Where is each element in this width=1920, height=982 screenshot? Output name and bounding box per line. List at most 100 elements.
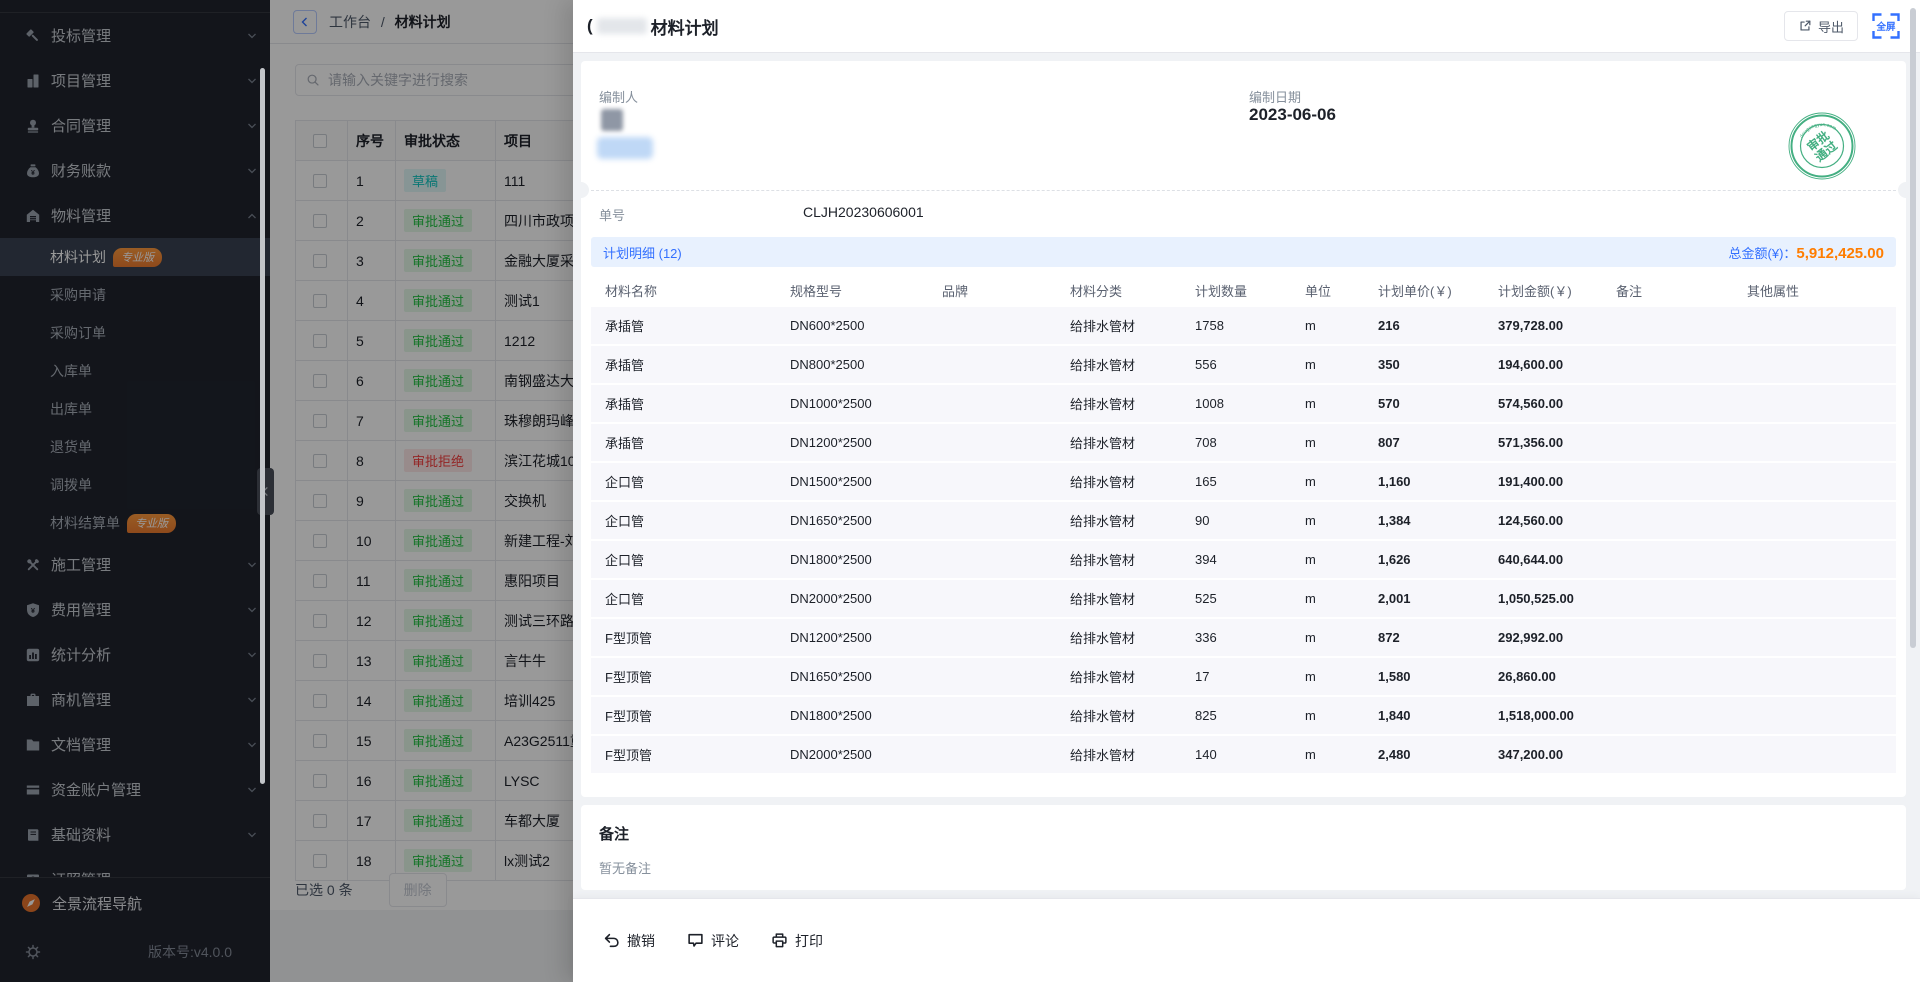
col-material-name: 材料名称 — [591, 281, 776, 300]
detail-title: 计划明细 (12) — [603, 243, 682, 262]
comment-button[interactable]: 评论 — [687, 931, 739, 951]
comment-label: 评论 — [711, 931, 739, 951]
drawer-footer: 撤销 评论 打印 — [573, 898, 1920, 982]
material-qty: 90 — [1181, 513, 1291, 528]
date-label: 编制日期 — [1249, 87, 1301, 106]
drawer-header: ( 材料计划 导出 全屏 — [573, 0, 1920, 53]
material-qty: 394 — [1181, 552, 1291, 567]
material-amount: 1,518,000.00 — [1484, 708, 1602, 723]
material-category: 给排水管材 — [1056, 433, 1181, 452]
doc-no-value: CLJH20230606001 — [803, 204, 924, 220]
col-unit-price: 计划单价(￥) — [1364, 281, 1484, 300]
material-unit: m — [1291, 552, 1364, 567]
material-unit: m — [1291, 708, 1364, 723]
material-amount: 347,200.00 — [1484, 747, 1602, 762]
material-name: F型顶管 — [591, 667, 776, 686]
material-price: 1,580 — [1364, 669, 1484, 684]
detail-header-row: 材料名称 规格型号 品牌 材料分类 计划数量 单位 计划单价(￥) 计划金额(￥… — [591, 273, 1896, 307]
plan-info-card: 编制人 编制日期 2023-06-06 dougongyun.com 审批 通过… — [581, 61, 1906, 797]
material-qty: 556 — [1181, 357, 1291, 372]
material-spec: DN1000*2500 — [776, 396, 928, 411]
detail-row: 企口管 DN1500*2500 给排水管材 165 m 1,160 191,40… — [591, 463, 1896, 502]
col-amount: 计划金额(￥) — [1484, 281, 1602, 300]
material-qty: 825 — [1181, 708, 1291, 723]
material-name: 承插管 — [591, 433, 776, 452]
date-value: 2023-06-06 — [1249, 105, 1336, 125]
material-qty: 140 — [1181, 747, 1291, 762]
undo-button[interactable]: 撤销 — [603, 931, 655, 951]
detail-row: F型顶管 DN2000*2500 给排水管材 140 m 2,480 347,2… — [591, 736, 1896, 775]
material-price: 1,840 — [1364, 708, 1484, 723]
material-name: F型顶管 — [591, 628, 776, 647]
detail-row: 企口管 DN2000*2500 给排水管材 525 m 2,001 1,050,… — [591, 580, 1896, 619]
material-unit: m — [1291, 435, 1364, 450]
creator-label: 编制人 — [599, 87, 638, 106]
material-qty: 1008 — [1181, 396, 1291, 411]
material-unit: m — [1291, 630, 1364, 645]
material-qty: 1758 — [1181, 318, 1291, 333]
material-spec: DN1800*2500 — [776, 708, 928, 723]
detail-row: 承插管 DN600*2500 给排水管材 1758 m 216 379,728.… — [591, 307, 1896, 346]
material-price: 350 — [1364, 357, 1484, 372]
detail-row: 承插管 DN800*2500 给排水管材 556 m 350 194,600.0… — [591, 346, 1896, 385]
material-price: 1,160 — [1364, 474, 1484, 489]
material-category: 给排水管材 — [1056, 706, 1181, 725]
material-unit: m — [1291, 513, 1364, 528]
col-spec: 规格型号 — [776, 281, 928, 300]
material-amount: 26,860.00 — [1484, 669, 1602, 684]
material-name: 企口管 — [591, 550, 776, 569]
material-unit: m — [1291, 591, 1364, 606]
detail-row: 承插管 DN1000*2500 给排水管材 1008 m 570 574,560… — [591, 385, 1896, 424]
material-spec: DN1200*2500 — [776, 630, 928, 645]
creator-avatar-blur — [601, 109, 623, 131]
sidebar-scrollbar[interactable] — [260, 68, 265, 784]
material-unit: m — [1291, 747, 1364, 762]
remark-card: 备注 暂无备注 — [581, 805, 1906, 890]
detail-row: 企口管 DN1650*2500 给排水管材 90 m 1,384 124,560… — [591, 502, 1896, 541]
drawer-scrollbar[interactable] — [1910, 8, 1916, 648]
material-spec: DN1800*2500 — [776, 552, 928, 567]
material-name: 承插管 — [591, 355, 776, 374]
material-price: 1,384 — [1364, 513, 1484, 528]
material-category: 给排水管材 — [1056, 550, 1181, 569]
dashed-divider — [581, 190, 1906, 191]
material-amount: 571,356.00 — [1484, 435, 1602, 450]
material-price: 1,626 — [1364, 552, 1484, 567]
col-brand: 品牌 — [928, 281, 1056, 300]
material-price: 2,480 — [1364, 747, 1484, 762]
material-category: 给排水管材 — [1056, 511, 1181, 530]
fullscreen-icon: 全屏 — [1872, 13, 1900, 39]
material-price: 570 — [1364, 396, 1484, 411]
redacted-name-blur — [597, 18, 647, 34]
material-category: 给排水管材 — [1056, 472, 1181, 491]
material-plan-drawer: ( 材料计划 导出 全屏 编制人 编制日期 2023-06-06 — [573, 0, 1920, 982]
export-button[interactable]: 导出 — [1784, 11, 1858, 41]
total-label: 总金额(¥)： — [1729, 243, 1797, 262]
material-category: 给排水管材 — [1056, 316, 1181, 335]
material-amount: 640,644.00 — [1484, 552, 1602, 567]
col-attrs: 其他属性 — [1733, 281, 1896, 300]
material-amount: 574,560.00 — [1484, 396, 1602, 411]
fullscreen-button[interactable]: 全屏 — [1872, 13, 1900, 39]
material-name: 承插管 — [591, 316, 776, 335]
detail-row: F型顶管 DN1650*2500 给排水管材 17 m 1,580 26,860… — [591, 658, 1896, 697]
drawer-title: ( 材料计划 — [587, 14, 719, 39]
material-category: 给排水管材 — [1056, 394, 1181, 413]
export-label: 导出 — [1818, 17, 1844, 36]
material-price: 2,001 — [1364, 591, 1484, 606]
detail-title-bar: 计划明细 (12) 总金额(¥)： 5,912,425.00 — [591, 237, 1896, 267]
material-unit: m — [1291, 318, 1364, 333]
material-amount: 191,400.00 — [1484, 474, 1602, 489]
undo-icon — [603, 932, 620, 949]
material-spec: DN600*2500 — [776, 318, 928, 333]
col-unit: 单位 — [1291, 281, 1364, 300]
material-qty: 336 — [1181, 630, 1291, 645]
drawer-overlay[interactable] — [0, 0, 573, 982]
divider-notch-left — [573, 182, 589, 198]
detail-table: 材料名称 规格型号 品牌 材料分类 计划数量 单位 计划单价(￥) 计划金额(￥… — [591, 273, 1896, 775]
print-button[interactable]: 打印 — [771, 931, 823, 951]
material-category: 给排水管材 — [1056, 745, 1181, 764]
material-name: 企口管 — [591, 511, 776, 530]
approval-stamp: dougongyun.com 审批 通过 — [1787, 111, 1857, 181]
material-name: 承插管 — [591, 394, 776, 413]
